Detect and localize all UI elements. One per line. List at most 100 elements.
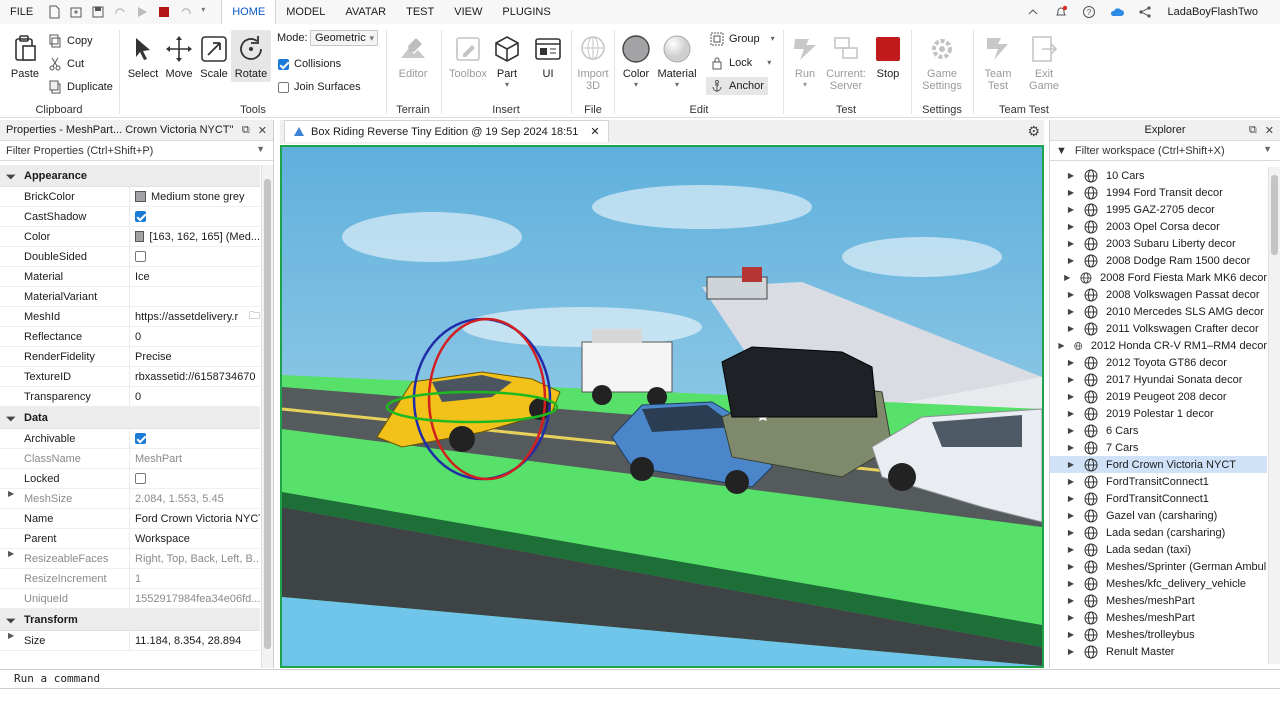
username[interactable]: LadaBoyFlashTwo (1168, 6, 1259, 18)
group-dropdown-icon[interactable]: ▾ (771, 30, 775, 48)
expand-arrow-icon[interactable]: ▶ (1050, 273, 1080, 282)
explorer-item[interactable]: ▶ Meshes/meshPart (1050, 592, 1267, 609)
expand-arrow-icon[interactable]: ▶ (1050, 392, 1084, 401)
run-dropdown-icon[interactable]: ▾ (784, 80, 826, 89)
locked-checkbox[interactable] (135, 473, 146, 484)
toolbox-button[interactable]: Toolbox (446, 30, 490, 80)
prop-archivable[interactable]: Archivable (0, 428, 260, 449)
expand-arrow-icon[interactable]: ▶ (1050, 647, 1084, 656)
part-dropdown-icon[interactable]: ▾ (486, 80, 528, 89)
duplicate-button[interactable]: Duplicate (48, 78, 113, 96)
expand-arrow-icon[interactable]: ▶ (1050, 171, 1084, 180)
tab-model[interactable]: MODEL (276, 0, 335, 24)
section-transform[interactable]: Transform (0, 609, 260, 631)
redo-icon[interactable] (113, 5, 127, 19)
prop-material[interactable]: Material Ice (0, 266, 260, 287)
tab-avatar[interactable]: AVATAR (335, 0, 396, 24)
chevron-down-icon[interactable]: ▼ (1263, 144, 1272, 154)
collapse-ribbon-icon[interactable] (1026, 5, 1040, 19)
cut-button[interactable]: Cut (48, 55, 84, 73)
expand-arrow-icon[interactable]: ▶ (1050, 477, 1084, 486)
prop-value[interactable]: Ford Crown Victoria NYCT (130, 513, 260, 525)
expand-arrow-icon[interactable]: ▶ (1050, 290, 1084, 299)
prop-name-field[interactable]: Name Ford Crown Victoria NYCT (0, 508, 260, 529)
section-appearance[interactable]: Appearance (0, 165, 260, 187)
quick-access-dropdown-icon[interactable]: ▾ (201, 5, 209, 19)
scale-button[interactable]: Scale (193, 30, 235, 80)
part-button[interactable]: Part ▾ (486, 30, 528, 89)
undock-icon[interactable]: ⧉ (242, 124, 250, 137)
explorer-item[interactable]: ▶ 1994 Ford Transit decor (1050, 184, 1267, 201)
explorer-item[interactable]: ▶ 7 Cars (1050, 439, 1267, 456)
explorer-item[interactable]: ▶ FordTransitConnect1 (1050, 490, 1267, 507)
notifications-icon[interactable] (1054, 5, 1068, 19)
expand-arrow-icon[interactable]: ▶ (1050, 630, 1084, 639)
prop-resizeablefaces[interactable]: ▶ ResizeableFaces Right, Top, Back, Left, … (0, 548, 260, 569)
tab-plugins[interactable]: PLUGINS (492, 0, 560, 24)
prop-size[interactable]: ▶ Size 11.184, 8.354, 28.894 (0, 630, 260, 651)
explorer-item[interactable]: ▶ 2008 Dodge Ram 1500 decor (1050, 252, 1267, 269)
prop-value[interactable]: [163, 162, 165] (Med... (149, 231, 260, 243)
prop-materialvariant[interactable]: MaterialVariant (0, 286, 260, 307)
explorer-item[interactable]: ▶ Meshes/kfc_delivery_vehicle (1050, 575, 1267, 592)
explorer-item[interactable]: ▶ Lada sedan (carsharing) (1050, 524, 1267, 541)
section-data[interactable]: Data (0, 407, 260, 429)
paste-button[interactable]: Paste (4, 30, 46, 80)
explorer-filter-input[interactable]: Filter workspace (Ctrl+Shift+X) (1075, 145, 1225, 157)
lock-button[interactable]: Lock ▾ (710, 54, 771, 72)
expand-arrow-icon[interactable]: ▶ (1050, 239, 1084, 248)
prop-value[interactable]: Precise (130, 351, 260, 363)
team-test-button[interactable]: Team Test (977, 30, 1019, 92)
explorer-item[interactable]: ▶ Meshes/trolleybus (1050, 626, 1267, 643)
tab-test[interactable]: TEST (396, 0, 444, 24)
collisions-checkbox[interactable] (278, 58, 289, 70)
prop-value[interactable]: 0 (130, 391, 260, 403)
explorer-item[interactable]: ▶ FordTransitConnect1 (1050, 473, 1267, 490)
stop-icon[interactable] (157, 5, 171, 19)
prop-value[interactable]: 0 (130, 331, 260, 343)
expand-arrow-icon[interactable]: ▶ (1050, 494, 1084, 503)
save-file-icon[interactable] (91, 5, 105, 19)
terrain-editor-button[interactable]: Editor (392, 30, 434, 80)
cloud-icon[interactable] (1110, 5, 1124, 19)
prop-meshsize[interactable]: ▶ MeshSize 2.084, 1.553, 5.45 (0, 488, 260, 509)
prop-value[interactable]: Medium stone grey (151, 191, 245, 203)
tab-view[interactable]: VIEW (444, 0, 492, 24)
archivable-checkbox[interactable] (135, 433, 146, 444)
color-button[interactable]: Color ▾ (615, 30, 657, 89)
properties-filter-input[interactable]: Filter Properties (Ctrl+Shift+P) (6, 145, 153, 157)
expand-arrow-icon[interactable]: ▶ (1050, 579, 1084, 588)
chevron-down-icon[interactable]: ▼ (256, 144, 265, 154)
join-surfaces-toggle[interactable]: Join Surfaces (278, 78, 361, 96)
expand-arrow-icon[interactable]: ▶ (1050, 562, 1084, 571)
folder-icon[interactable]: 🗀 (249, 307, 260, 326)
expand-arrow-icon[interactable]: ▶ (1050, 188, 1084, 197)
expand-arrow-icon[interactable]: ▶ (1050, 307, 1084, 316)
material-button[interactable]: Material ▾ (655, 30, 699, 89)
doublesided-checkbox[interactable] (135, 251, 146, 262)
prop-value[interactable]: Workspace (130, 533, 260, 545)
collisions-toggle[interactable]: Collisions (278, 55, 341, 73)
prop-transparency[interactable]: Transparency 0 (0, 386, 260, 407)
rotate-button[interactable]: Rotate (231, 30, 271, 82)
prop-value[interactable]: 11.184, 8.354, 28.894 (130, 635, 260, 647)
scrollbar-thumb[interactable] (1271, 175, 1278, 255)
properties-filter[interactable]: Filter Properties (Ctrl+Shift+P) ▼ (0, 141, 273, 161)
undock-icon[interactable]: ⧉ (1249, 124, 1257, 137)
explorer-item[interactable]: ▶ 1995 GAZ-2705 decor (1050, 201, 1267, 218)
expand-arrow-icon[interactable]: ▶ (1050, 375, 1084, 384)
explorer-item[interactable]: ▶ 2003 Subaru Liberty decor (1050, 235, 1267, 252)
ui-button[interactable]: UI (527, 30, 569, 80)
file-menu[interactable]: FILE (0, 0, 43, 24)
command-input[interactable]: Run a command (14, 672, 100, 685)
expand-arrow-icon[interactable]: ▶ (1050, 545, 1084, 554)
color-dropdown-icon[interactable]: ▾ (615, 80, 657, 89)
expand-arrow-icon[interactable]: ▶ (1050, 409, 1084, 418)
filter-icon[interactable]: ▼ (1056, 145, 1067, 157)
stop-button[interactable]: Stop (867, 30, 909, 80)
tab-home[interactable]: HOME (221, 0, 277, 24)
explorer-scrollbar[interactable] (1268, 167, 1280, 664)
prop-brickcolor[interactable]: BrickColor Medium stone grey (0, 186, 260, 207)
expand-arrow-icon[interactable]: ▶ (1050, 358, 1084, 367)
prop-doublesided[interactable]: DoubleSided (0, 246, 260, 267)
